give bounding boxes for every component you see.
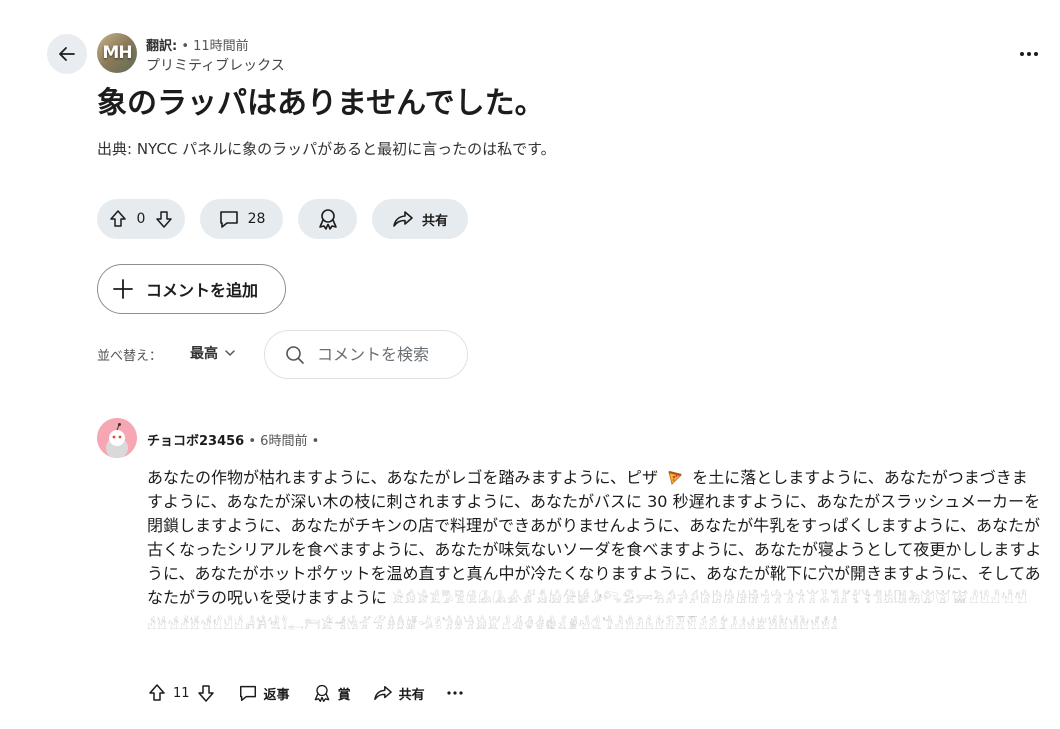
award-button[interactable]	[298, 199, 357, 239]
chevron-down-icon	[224, 347, 236, 359]
more-options-button[interactable]	[1014, 40, 1044, 68]
sort-dropdown[interactable]: 最高	[190, 343, 236, 363]
comment-vote-count: 11	[173, 685, 190, 701]
comment-award-button[interactable]: 賞	[312, 683, 351, 703]
share-arrow-icon	[392, 209, 414, 229]
comment-text-a: あなたの作物が枯れますように、あなたがレゴを踏みますように、ピザ	[147, 468, 659, 487]
share-arrow-icon	[373, 684, 393, 702]
comment-more-button[interactable]	[446, 691, 463, 695]
community-name[interactable]: プリミティブレックス	[146, 55, 285, 75]
share-label: 共有	[421, 213, 448, 229]
arrow-left-icon	[57, 44, 77, 64]
post-time: • 11時間前	[181, 39, 249, 54]
comment-search	[264, 330, 468, 379]
comment-meta: チョコボ23456 • 6時間前 •	[147, 430, 319, 449]
award-icon	[316, 207, 340, 231]
author-avatar[interactable]: MH	[97, 33, 137, 73]
comment-share-button[interactable]: 共有	[373, 684, 425, 703]
arrow-down-icon[interactable]	[154, 209, 174, 229]
award-icon	[312, 683, 332, 703]
speech-bubble-icon	[238, 683, 258, 703]
speech-bubble-icon	[218, 208, 240, 230]
share-button[interactable]: 共有	[372, 199, 468, 239]
pizza-emoji-icon	[667, 469, 683, 485]
comment-author[interactable]: チョコボ23456	[147, 434, 244, 449]
plus-icon	[112, 278, 134, 300]
comment-time: • 6時間前 •	[248, 434, 320, 449]
arrow-up-icon[interactable]	[147, 683, 167, 703]
reply-button[interactable]: 返事	[238, 683, 290, 703]
add-comment-button[interactable]: コメントを追加	[97, 264, 286, 314]
arrow-down-icon[interactable]	[196, 683, 216, 703]
comment-body: あなたの作物が枯れますように、あなたがレゴを踏みますように、ピザ を土に落としま…	[147, 466, 1042, 638]
comment-vote-control: 11	[147, 683, 216, 703]
comment-avatar[interactable]	[97, 418, 137, 458]
add-comment-label: コメントを追加	[146, 281, 259, 300]
post-meta: 翻訳: • 11時間前	[146, 35, 249, 54]
reply-label: 返事	[263, 687, 290, 703]
post-title: 象のラッパはありませんでした。	[97, 86, 545, 121]
comment-text-b: を土に落としますように、あなたがつまづきますように、あなたが深い木の枝に刺されま…	[147, 468, 1042, 607]
search-input[interactable]	[315, 344, 459, 365]
comment-share-label: 共有	[398, 687, 425, 703]
search-icon	[285, 345, 305, 365]
post-author[interactable]: 翻訳:	[146, 39, 177, 54]
sort-value: 最高	[190, 346, 218, 362]
vote-count: 0	[136, 211, 146, 227]
avatar-text: MH	[102, 43, 132, 63]
post-body: 出典: NYCC パネルに象のラッパがあると最初に言ったのは私です。	[97, 140, 556, 158]
comment-actions: 11 返事 賞 共有	[147, 679, 485, 707]
back-button[interactable]	[47, 34, 87, 74]
vote-control: 0	[97, 199, 185, 239]
comments-button[interactable]: 28	[200, 199, 283, 239]
more-horizontal-icon	[1019, 51, 1039, 57]
arrow-up-icon[interactable]	[108, 209, 128, 229]
sort-label: 並べ替え：	[97, 349, 163, 364]
comment-count: 28	[247, 211, 266, 227]
more-horizontal-icon	[446, 691, 463, 695]
award-label: 賞	[337, 687, 351, 703]
